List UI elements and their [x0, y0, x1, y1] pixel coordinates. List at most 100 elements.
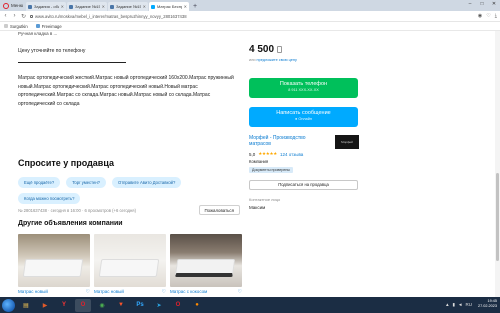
seller-name-link[interactable]: Морфей - Производство матрасов	[249, 135, 324, 147]
suggest-price-link[interactable]: предложите свою цену	[257, 58, 297, 62]
seller-rating: 5,0 ★★★★★ 124 отзыва	[249, 151, 303, 157]
favorite-heart-icon[interactable]: ♡	[162, 289, 166, 295]
tab-close-icon[interactable]: ✕	[143, 4, 146, 9]
start-button[interactable]	[2, 298, 15, 312]
listing-card-title[interactable]: Матрас с кокосом	[170, 289, 207, 295]
lock-icon	[30, 14, 33, 18]
bookmark-surgutkin[interactable]: Surgutkin	[4, 24, 28, 29]
volume-icon[interactable]: ◄	[458, 302, 462, 308]
media-player-icon[interactable]: ▶	[37, 299, 53, 312]
show-phone-label: Показать телефон	[279, 81, 328, 87]
firefox-icon[interactable]: ●	[189, 299, 205, 312]
other-listings: Матрас новый ♡ Матрас новый ♡ Матрас с кок…	[18, 234, 242, 295]
clock-date: 27.02.2023	[477, 304, 497, 308]
opera-gx-icon[interactable]: O	[170, 299, 186, 312]
language-indicator[interactable]: RU	[466, 302, 473, 308]
maximize-icon[interactable]: □	[476, 0, 488, 8]
browser-tab[interactable]: Матрас Беспружинный на✕	[149, 2, 189, 11]
listing-card[interactable]: Матрас новый ♡	[94, 234, 166, 295]
favorite-heart-icon[interactable]: ♡	[238, 289, 242, 295]
vk-favicon-icon	[28, 4, 32, 9]
forward-icon[interactable]: ›	[12, 13, 17, 19]
report-button[interactable]: Пожаловаться	[198, 205, 240, 215]
page-content: Ручная кладка в ... Цену уточняйте по те…	[0, 31, 500, 297]
new-tab-button[interactable]: +	[190, 2, 200, 11]
brave-icon[interactable]: ▼	[113, 299, 129, 312]
suggest-prefix: или	[249, 58, 256, 62]
page-scrollbar[interactable]	[495, 31, 500, 297]
windows-taskbar: ▤ ▶ Y O ◉ ▼ Ps ➤ O ● ▲ ▮ ◄ RU 19:45 27.0…	[0, 297, 500, 313]
browser-window: Меню Задания - общий список✕Задание №158…	[0, 0, 500, 313]
ask-seller-heading: Спросите у продавца	[18, 158, 114, 168]
listing-photo[interactable]	[18, 234, 90, 287]
tab-close-icon[interactable]: ✕	[61, 4, 64, 9]
yandex-icon[interactable]: Y	[56, 299, 72, 312]
mattress-shape	[98, 259, 160, 277]
download-icon[interactable]: ⤓	[495, 13, 497, 19]
system-tray-icons: ▲ ▮ ◄ RU	[445, 302, 472, 308]
seller-logo[interactable]: Морфей	[335, 135, 359, 149]
write-message-button[interactable]: Написать сообщение ● Онлайн	[249, 107, 358, 127]
listing-card-title[interactable]: Матрас новый	[18, 289, 48, 295]
write-message-label: Написать сообщение	[276, 110, 331, 116]
minimize-icon[interactable]: –	[464, 0, 476, 8]
browser-tab[interactable]: Задания - общий список✕	[26, 2, 66, 11]
camera-icon[interactable]: ◉	[478, 13, 482, 19]
bookmark-freeimage[interactable]: Freeimage	[35, 23, 62, 29]
listing-photo[interactable]	[94, 234, 166, 287]
listing-card[interactable]: Матрас с кокосом ♡	[170, 234, 242, 295]
opera-menu-button[interactable]: Меню	[0, 0, 26, 11]
address-bar-row: ‹ › ↻ www.avito.ru/moskva/mebel_i_intere…	[0, 11, 500, 22]
reload-icon[interactable]: ↻	[21, 13, 26, 20]
browser-tab[interactable]: Задание №1586842 - пер✕	[67, 2, 107, 11]
vk-favicon-icon	[69, 4, 73, 9]
reviews-link[interactable]: 124 отзыва	[280, 152, 303, 157]
listing-card-title[interactable]: Матрас новый	[94, 289, 124, 295]
browser-tab[interactable]: Задание №1586842 - пер✕	[108, 2, 148, 11]
tray-arrow-icon[interactable]: ▲	[445, 302, 449, 308]
star-rating-icon: ★★★★★	[258, 151, 277, 156]
online-status: ● Онлайн	[295, 117, 312, 121]
menu-label: Меню	[11, 3, 24, 8]
listing-card[interactable]: Матрас новый ♡	[18, 234, 90, 295]
bookmark-heart-icon[interactable]: ♡	[486, 13, 490, 19]
close-icon[interactable]: ✕	[488, 0, 500, 8]
contact-person-label: Контактное лицо	[249, 197, 281, 202]
tab-close-icon[interactable]: ✕	[184, 4, 187, 9]
bookmark-label: Freeimage	[41, 23, 62, 29]
tab-close-icon[interactable]: ✕	[102, 4, 105, 9]
suggest-price: или предложите свою цену	[249, 58, 297, 62]
question-chip[interactable]: Отправите Авито Доставкой?	[111, 177, 182, 188]
question-chip[interactable]: Торг уместен?	[66, 177, 106, 188]
address-field[interactable]: www.avito.ru/moskva/mebel_i_interer/matr…	[30, 12, 474, 20]
seller-type: Компания	[249, 159, 269, 164]
photoshop-icon[interactable]: Ps	[132, 299, 148, 312]
chrome-icon[interactable]: ◉	[94, 299, 110, 312]
window-controls: – □ ✕	[464, 0, 500, 8]
network-icon[interactable]: ▮	[453, 302, 455, 308]
clock[interactable]: 19:45 27.02.2023	[478, 299, 497, 309]
file-explorer-icon[interactable]: ▤	[18, 299, 34, 312]
question-chip[interactable]: Когда можно посмотреть?	[18, 193, 81, 204]
subscribe-button[interactable]: Подписаться на продавца	[249, 180, 358, 190]
show-phone-button[interactable]: Показать телефон 8 911 XXX-XX-XX	[249, 78, 358, 98]
listing-photo[interactable]	[170, 234, 242, 287]
opera-taskbar-icon[interactable]: O	[75, 298, 91, 312]
bookmark-favicon-icon	[4, 24, 8, 28]
tab-title: Задание №1586842 - пер	[75, 4, 100, 9]
back-icon[interactable]: ‹	[3, 13, 8, 19]
listing-meta: № 2801637438 · сегодня в 16:00 · 6 просм…	[18, 207, 136, 213]
mattress-shape	[22, 259, 84, 277]
favorite-heart-icon[interactable]: ♡	[86, 289, 90, 295]
price-history-icon[interactable]	[277, 46, 283, 53]
bookmark-label: Surgutkin	[10, 23, 28, 29]
tab-title: Матрас Беспружинный на	[157, 4, 182, 9]
telegram-icon[interactable]: ➤	[151, 299, 167, 312]
listing-description: Матрас ортопедический жесткий.Матрас нов…	[18, 75, 234, 107]
opera-logo-icon	[3, 2, 9, 9]
folder-icon	[35, 24, 40, 28]
question-chips-row: Когда можно посмотреть?	[18, 193, 81, 204]
listing-meta-row: № 2801637438 · сегодня в 16:00 · 6 просм…	[18, 205, 240, 215]
scrollbar-thumb[interactable]	[496, 173, 499, 261]
question-chip[interactable]: Ещё продаёте?	[18, 177, 61, 188]
